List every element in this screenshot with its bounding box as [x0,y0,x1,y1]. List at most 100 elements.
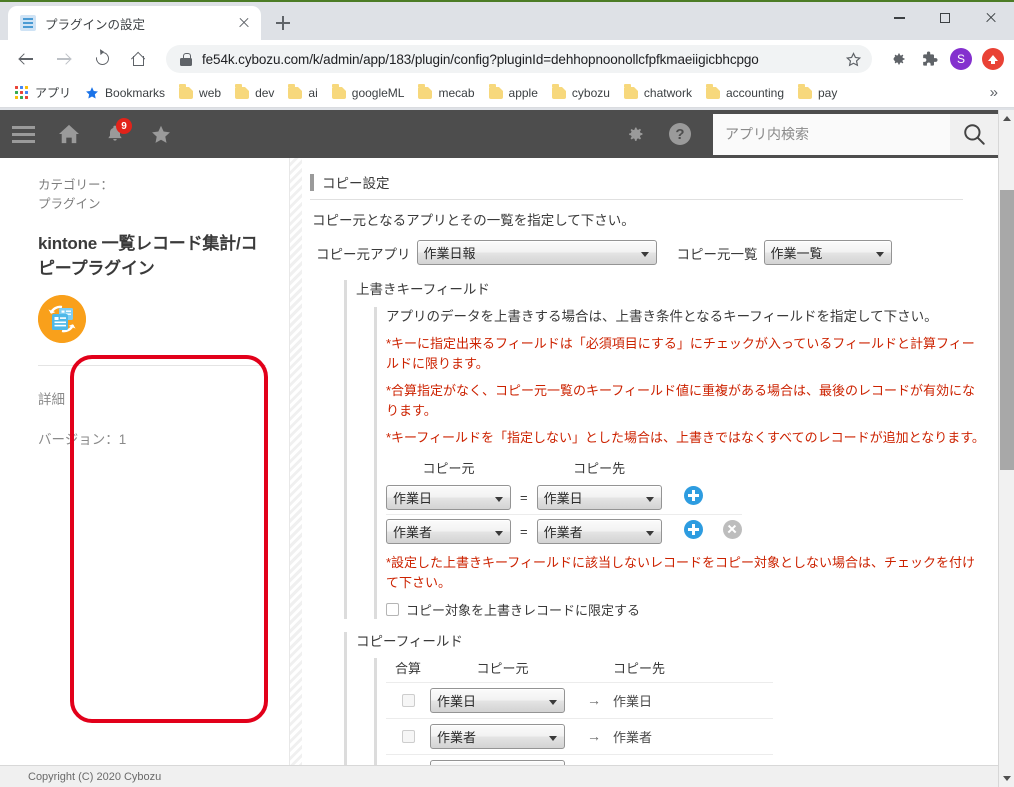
key-field-warning-2: *キーフィールドを「指定しない」とした場合は、上書きではなくすべてのレコードが追… [386,430,985,445]
add-row-button[interactable] [683,519,703,539]
tab-title: プラグインの設定 [45,17,146,32]
home-icon[interactable] [127,45,155,73]
update-icon[interactable] [980,46,1006,72]
folder-icon [798,84,812,99]
browser-tab[interactable]: プラグインの設定 [8,6,261,40]
close-window-button[interactable] [968,2,1014,34]
category-value: プラグイン [38,197,101,211]
folder-icon [623,84,638,99]
lock-icon [180,52,193,66]
forward-arrow-icon[interactable] [51,45,79,73]
key-source-select[interactable]: 作業者 [386,519,511,544]
star-icon [85,86,99,100]
scrollbar-thumb[interactable] [1000,190,1014,470]
limit-checkbox[interactable] [386,603,399,616]
bookmark-pay[interactable]: pay [791,83,844,103]
key-field-note: アプリのデータを上書きする場合は、上書き条件となるキーフィールドを指定して下さい… [386,309,938,324]
add-row-button[interactable] [683,485,703,505]
maximize-button[interactable] [922,2,968,34]
apps-grid-icon [15,85,29,100]
limit-checkbox-row[interactable]: コピー対象を上書きレコードに限定する [386,600,998,619]
page-scrollbar[interactable] [998,110,1014,787]
copy-col-source: コピー元 [476,661,529,676]
bookmark-bookmarks[interactable]: Bookmarks [78,83,172,103]
bookmark-label: cybozu [571,85,610,100]
bookmark-dev[interactable]: dev [228,83,281,103]
key-dest-select[interactable]: 作業者 [536,519,662,544]
key-dest-select[interactable]: 作業日 [536,485,662,510]
puzzle-icon[interactable] [916,46,942,72]
copy-field-section: コピーフィールド 合算 コピー元 コピー先 作業日 → 作業日 作業者 → 作業… [344,630,998,787]
gear-icon[interactable] [611,110,657,158]
star-icon[interactable] [845,51,862,68]
scroll-down-icon[interactable] [999,770,1014,787]
folder-icon [705,84,720,99]
reload-icon[interactable] [89,45,117,73]
equals-sign: = [520,489,528,505]
bookmarks-bar: アプリ Bookmarks web dev ai googleML mecab apple cy… [0,78,1014,108]
star-icon[interactable] [138,110,184,158]
arrow-icon: → [587,691,601,708]
search-input[interactable] [713,113,950,155]
scroll-up-icon[interactable] [999,110,1014,127]
bookmark--[interactable]: アプリ [8,81,78,104]
hamburger-icon[interactable] [0,110,46,158]
home-icon[interactable] [46,110,92,158]
folder-icon [288,84,303,99]
copy-dest-label: 作業日 [613,693,653,709]
folder-icon [331,84,346,99]
bookmark-label: chatwork [643,85,692,100]
folder-icon [488,84,503,99]
address-bar[interactable]: fe54k.cybozu.com/k/admin/app/183/plugin/… [166,45,872,73]
key-field-row: 作業者 = 作業者 [386,514,742,548]
avatar[interactable]: S [948,46,974,72]
bookmark-chatwork[interactable]: chatwork [617,83,699,103]
equals-sign: = [520,523,528,539]
back-arrow-icon[interactable] [13,45,41,73]
minimize-button[interactable] [876,2,922,34]
new-tab-button[interactable] [269,9,297,37]
search-icon[interactable] [950,113,998,155]
source-app-label: コピー元アプリ [316,246,411,262]
sum-checkbox[interactable] [401,729,415,743]
content-area: カテゴリー： プラグイン kintone 一覧レコード集計/コピープラグイン 詳… [0,158,998,787]
lead-text: コピー元となるアプリとその一覧を指定して下さい。 [312,213,635,228]
key-source-select[interactable]: 作業日 [386,485,511,510]
bookmark-cybozu[interactable]: cybozu [545,83,617,103]
bookmark-label: accounting [725,85,784,100]
key-field-warning-1: *合算指定がなく、コピー元一覧のキーフィールド値に重複がある場合は、最後のレコー… [386,383,976,418]
browser-toolbar: fe54k.cybozu.com/k/admin/app/183/plugin/… [0,40,1014,78]
source-list-select[interactable]: 作業一覧 [763,240,892,265]
copy-col-dest: コピー先 [613,661,666,676]
bookmark-label: dev [255,85,275,100]
key-field-body: アプリのデータを上書きする場合は、上書き条件となるキーフィールドを指定して下さい… [374,307,998,619]
help-icon[interactable]: ? [657,110,703,158]
copy-source-select[interactable]: 作業者 [430,724,565,749]
copy-field-title: コピーフィールド [356,634,463,649]
version-label: バージョン：1 [38,432,127,447]
panel-divider [289,158,302,787]
bell-icon[interactable]: 9 [92,110,138,158]
bookmark-apple[interactable]: apple [482,83,545,103]
folder-icon [179,84,194,99]
bookmark-label: ai [308,85,318,100]
copy-source-select[interactable]: 作業日 [430,688,565,713]
tab-strip: プラグインの設定 [0,0,1014,40]
app-search-field[interactable] [723,125,940,143]
bookmark-accounting[interactable]: accounting [699,83,791,103]
bookmark-mecab[interactable]: mecab [411,83,481,103]
gear-icon[interactable] [884,46,910,72]
folder-icon [235,84,250,99]
bookmark-ai[interactable]: ai [281,83,324,103]
copy-field-row: 作業者 → 作業者 [386,718,773,755]
delete-row-button[interactable] [722,519,742,539]
bookmark-googleml[interactable]: googleML [325,83,412,103]
sum-checkbox[interactable] [401,693,415,707]
copyright-text: Copyright (C) 2020 Cybozu [28,770,162,783]
bookmark-label: googleML [351,85,405,100]
bookmark-web[interactable]: web [172,83,228,103]
bookmarks-overflow-button[interactable]: » [982,84,1006,101]
source-app-select[interactable]: 作業日報 [416,240,657,265]
settings-main: コピー設定 コピー元となるアプリとその一覧を指定して下さい。 コピー元アプリ 作… [302,158,998,787]
close-icon[interactable] [235,14,253,32]
